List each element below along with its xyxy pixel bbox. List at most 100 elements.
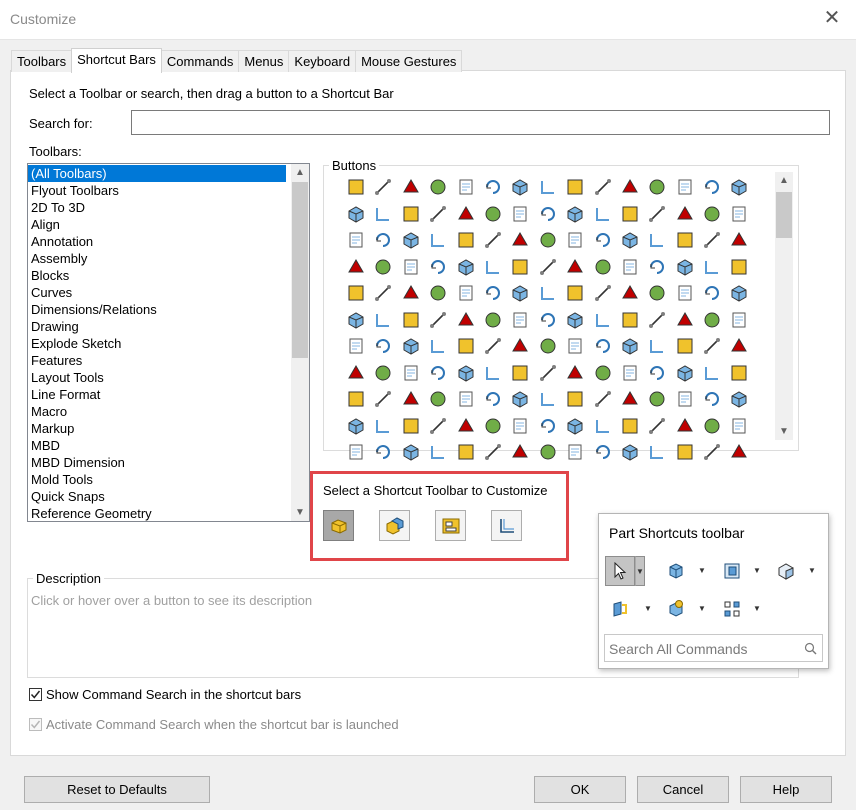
command-button-icon[interactable] <box>674 176 696 198</box>
toolbar-list-item[interactable]: Annotation <box>28 233 309 250</box>
command-button-icon[interactable] <box>674 335 696 357</box>
chevron-down-icon[interactable]: ▼ <box>697 556 707 586</box>
command-button-icon[interactable] <box>427 415 449 437</box>
toolbar-list-item[interactable]: Line Format <box>28 386 309 403</box>
toolbar-list-item[interactable]: Quick Snaps <box>28 488 309 505</box>
command-button-icon[interactable] <box>427 256 449 278</box>
command-button-icon[interactable] <box>455 415 477 437</box>
command-button-icon[interactable] <box>482 282 504 304</box>
command-button-icon[interactable] <box>701 282 723 304</box>
command-button-icon[interactable] <box>455 256 477 278</box>
toolbar-list-item[interactable]: Features <box>28 352 309 369</box>
command-button-icon[interactable] <box>509 282 531 304</box>
command-button-icon[interactable] <box>455 309 477 331</box>
command-button-icon[interactable] <box>701 229 723 251</box>
command-button-icon[interactable] <box>345 362 367 384</box>
command-button-icon[interactable] <box>592 229 614 251</box>
cancel-button[interactable]: Cancel <box>637 776 729 803</box>
toolbars-scrollbar[interactable]: ▲ ▼ <box>291 164 309 521</box>
command-button-icon[interactable] <box>345 256 367 278</box>
command-button-icon[interactable] <box>646 335 668 357</box>
command-button-icon[interactable] <box>619 229 641 251</box>
chevron-down-icon[interactable]: ▼ <box>807 556 817 586</box>
command-button-icon[interactable] <box>701 256 723 278</box>
command-button-icon[interactable] <box>509 335 531 357</box>
reset-to-defaults-button[interactable]: Reset to Defaults <box>24 776 210 803</box>
command-button-icon[interactable] <box>482 415 504 437</box>
ok-button[interactable]: OK <box>534 776 626 803</box>
command-button-icon[interactable] <box>400 176 422 198</box>
command-button-icon[interactable] <box>619 362 641 384</box>
command-button-icon[interactable] <box>427 282 449 304</box>
command-button-icon[interactable] <box>646 256 668 278</box>
command-button-icon[interactable] <box>400 282 422 304</box>
command-button-icon[interactable] <box>372 388 394 410</box>
toolbar-list-item[interactable]: Flyout Toolbars <box>28 182 309 199</box>
command-button-icon[interactable] <box>728 309 750 331</box>
command-button-icon[interactable] <box>509 415 531 437</box>
scroll-up-icon[interactable]: ▲ <box>291 164 309 181</box>
command-button-icon[interactable] <box>564 229 586 251</box>
command-button-icon[interactable] <box>619 282 641 304</box>
command-button-icon[interactable] <box>728 335 750 357</box>
command-button-icon[interactable] <box>400 256 422 278</box>
command-button-icon[interactable] <box>482 388 504 410</box>
command-button-icon[interactable] <box>372 282 394 304</box>
command-button-icon[interactable] <box>619 203 641 225</box>
command-button-icon[interactable] <box>592 335 614 357</box>
command-button-icon[interactable] <box>400 415 422 437</box>
command-button-icon[interactable] <box>345 282 367 304</box>
toolbar-list-item[interactable]: Curves <box>28 284 309 301</box>
assembly-shortcut-button[interactable] <box>379 510 410 541</box>
chevron-down-icon[interactable]: ▼ <box>752 594 762 624</box>
toolbar-list-item[interactable]: Macro <box>28 403 309 420</box>
command-button-icon[interactable] <box>482 229 504 251</box>
command-button-icon[interactable] <box>427 388 449 410</box>
command-button-icon[interactable] <box>537 256 559 278</box>
toolbar-list-item[interactable]: Reference Geometry <box>28 505 309 521</box>
command-button-icon[interactable] <box>509 309 531 331</box>
chevron-down-icon[interactable]: ▼ <box>643 594 653 624</box>
close-icon[interactable]: ✕ <box>822 6 842 30</box>
command-button-icon[interactable] <box>646 176 668 198</box>
command-button-icon[interactable] <box>455 388 477 410</box>
command-button-icon[interactable] <box>455 362 477 384</box>
command-button-icon[interactable] <box>564 309 586 331</box>
command-button-icon[interactable] <box>427 203 449 225</box>
toolbar-list-item[interactable]: Align <box>28 216 309 233</box>
command-button-icon[interactable] <box>674 203 696 225</box>
popup-extrude-button[interactable] <box>661 556 691 586</box>
command-button-icon[interactable] <box>728 282 750 304</box>
command-button-icon[interactable] <box>728 362 750 384</box>
command-button-icon[interactable] <box>482 309 504 331</box>
toolbar-list-item[interactable]: Mold Tools <box>28 471 309 488</box>
command-button-icon[interactable] <box>646 203 668 225</box>
command-button-icon[interactable] <box>509 229 531 251</box>
command-button-icon[interactable] <box>619 335 641 357</box>
command-button-icon[interactable] <box>564 256 586 278</box>
command-button-icon[interactable] <box>592 176 614 198</box>
command-button-icon[interactable] <box>537 282 559 304</box>
chevron-down-icon[interactable]: ▼ <box>697 594 707 624</box>
command-button-icon[interactable] <box>455 203 477 225</box>
command-button-icon[interactable] <box>728 229 750 251</box>
part-shortcut-button[interactable] <box>323 510 354 541</box>
command-button-icon[interactable] <box>619 441 641 463</box>
command-button-icon[interactable] <box>674 388 696 410</box>
toolbar-list-item[interactable]: (All Toolbars) <box>28 165 286 182</box>
search-icon[interactable] <box>804 642 817 655</box>
command-button-icon[interactable] <box>646 362 668 384</box>
command-button-icon[interactable] <box>564 441 586 463</box>
command-button-icon[interactable] <box>345 441 367 463</box>
command-button-icon[interactable] <box>509 441 531 463</box>
command-button-icon[interactable] <box>537 441 559 463</box>
command-button-icon[interactable] <box>674 309 696 331</box>
command-button-icon[interactable] <box>345 229 367 251</box>
command-button-icon[interactable] <box>728 441 750 463</box>
toolbar-list-item[interactable]: Assembly <box>28 250 309 267</box>
help-button[interactable]: Help <box>740 776 832 803</box>
command-button-icon[interactable] <box>455 229 477 251</box>
command-button-icon[interactable] <box>701 203 723 225</box>
toolbar-list-item[interactable]: Dimensions/Relations <box>28 301 309 318</box>
tab-menus[interactable]: Menus <box>238 50 290 72</box>
